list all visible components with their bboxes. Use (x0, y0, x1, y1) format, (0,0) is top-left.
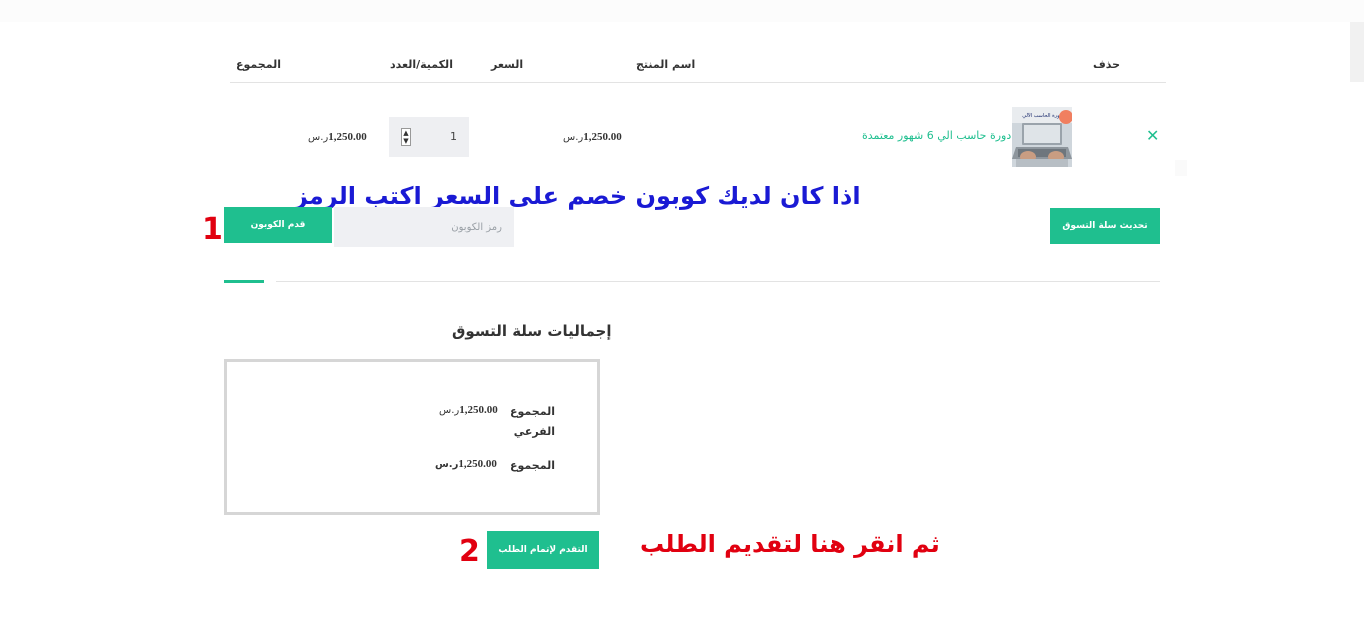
total-value: 1,250.00ر.س (435, 458, 497, 470)
header-remove: حذف (1093, 58, 1121, 71)
header-total: المجموع (236, 58, 281, 71)
row-total-amount: 1,250.00 (328, 131, 367, 143)
total-amount: 1,250.00 (458, 458, 497, 470)
top-band (0, 0, 1364, 22)
row-total: 1,250.00ر.س (308, 131, 367, 143)
spinner-arrows-icon[interactable]: ▲ ▼ (401, 128, 411, 146)
checkout-hint-annotation: ثم انقر هنا لتقديم الطلب (640, 530, 940, 558)
product-price: 1,250.00ر.س (563, 131, 622, 143)
section-divider (276, 281, 1160, 282)
row-total-currency: ر.س (308, 132, 329, 143)
step-1-marker: 1 (202, 212, 223, 247)
product-thumbnail[interactable]: دورة الحاسب الآلي (1012, 107, 1072, 167)
quantity-value: 1 (450, 130, 457, 143)
table-header-divider (230, 82, 1166, 83)
laptop-image-icon: دورة الحاسب الآلي (1012, 107, 1072, 167)
quantity-stepper[interactable]: ▲ ▼ 1 (389, 117, 469, 157)
coupon-hint-annotation: اذا كان لديك كوبون خصم على السعر اكتب ال… (294, 182, 861, 210)
product-name-link[interactable]: دورة حاسب الي 6 شهور معتمدة (862, 129, 1011, 142)
cart-totals-box: المجموع الفرعي 1,250.00ر.س المجموع 1,250… (224, 359, 600, 515)
subtotal-value: 1,250.00ر.س (439, 404, 498, 416)
price-amount: 1,250.00 (583, 131, 622, 143)
subtotal-currency: ر.س (439, 405, 460, 416)
close-icon[interactable]: ✕ (1146, 126, 1159, 145)
proceed-to-checkout-button[interactable]: التقدم لإتمام الطلب (487, 531, 599, 569)
total-label: المجموع (510, 459, 555, 472)
total-currency: ر.س (435, 459, 459, 470)
cart-totals-title: إجماليات سلة التسوق (452, 322, 612, 340)
step-2-marker: 2 (459, 534, 480, 569)
apply-coupon-button[interactable]: قدم الكوبون (224, 207, 332, 243)
thumbnail-caption: دورة الحاسب الآلي (1022, 113, 1062, 119)
section-divider-accent (224, 280, 264, 283)
subtotal-label: المجموع الفرعي (510, 405, 555, 438)
header-product: اسم المنتج (636, 58, 696, 71)
header-price: السعر (491, 58, 524, 71)
decorative-mark (1175, 160, 1187, 176)
scrollbar-tab[interactable] (1350, 22, 1364, 82)
subtotal-amount: 1,250.00 (459, 404, 498, 416)
coupon-code-input[interactable] (334, 207, 514, 247)
header-quantity: الكمية/العدد (390, 58, 453, 71)
update-cart-button[interactable]: تحديث سلة التسوق (1050, 208, 1160, 244)
price-currency: ر.س (563, 132, 584, 143)
